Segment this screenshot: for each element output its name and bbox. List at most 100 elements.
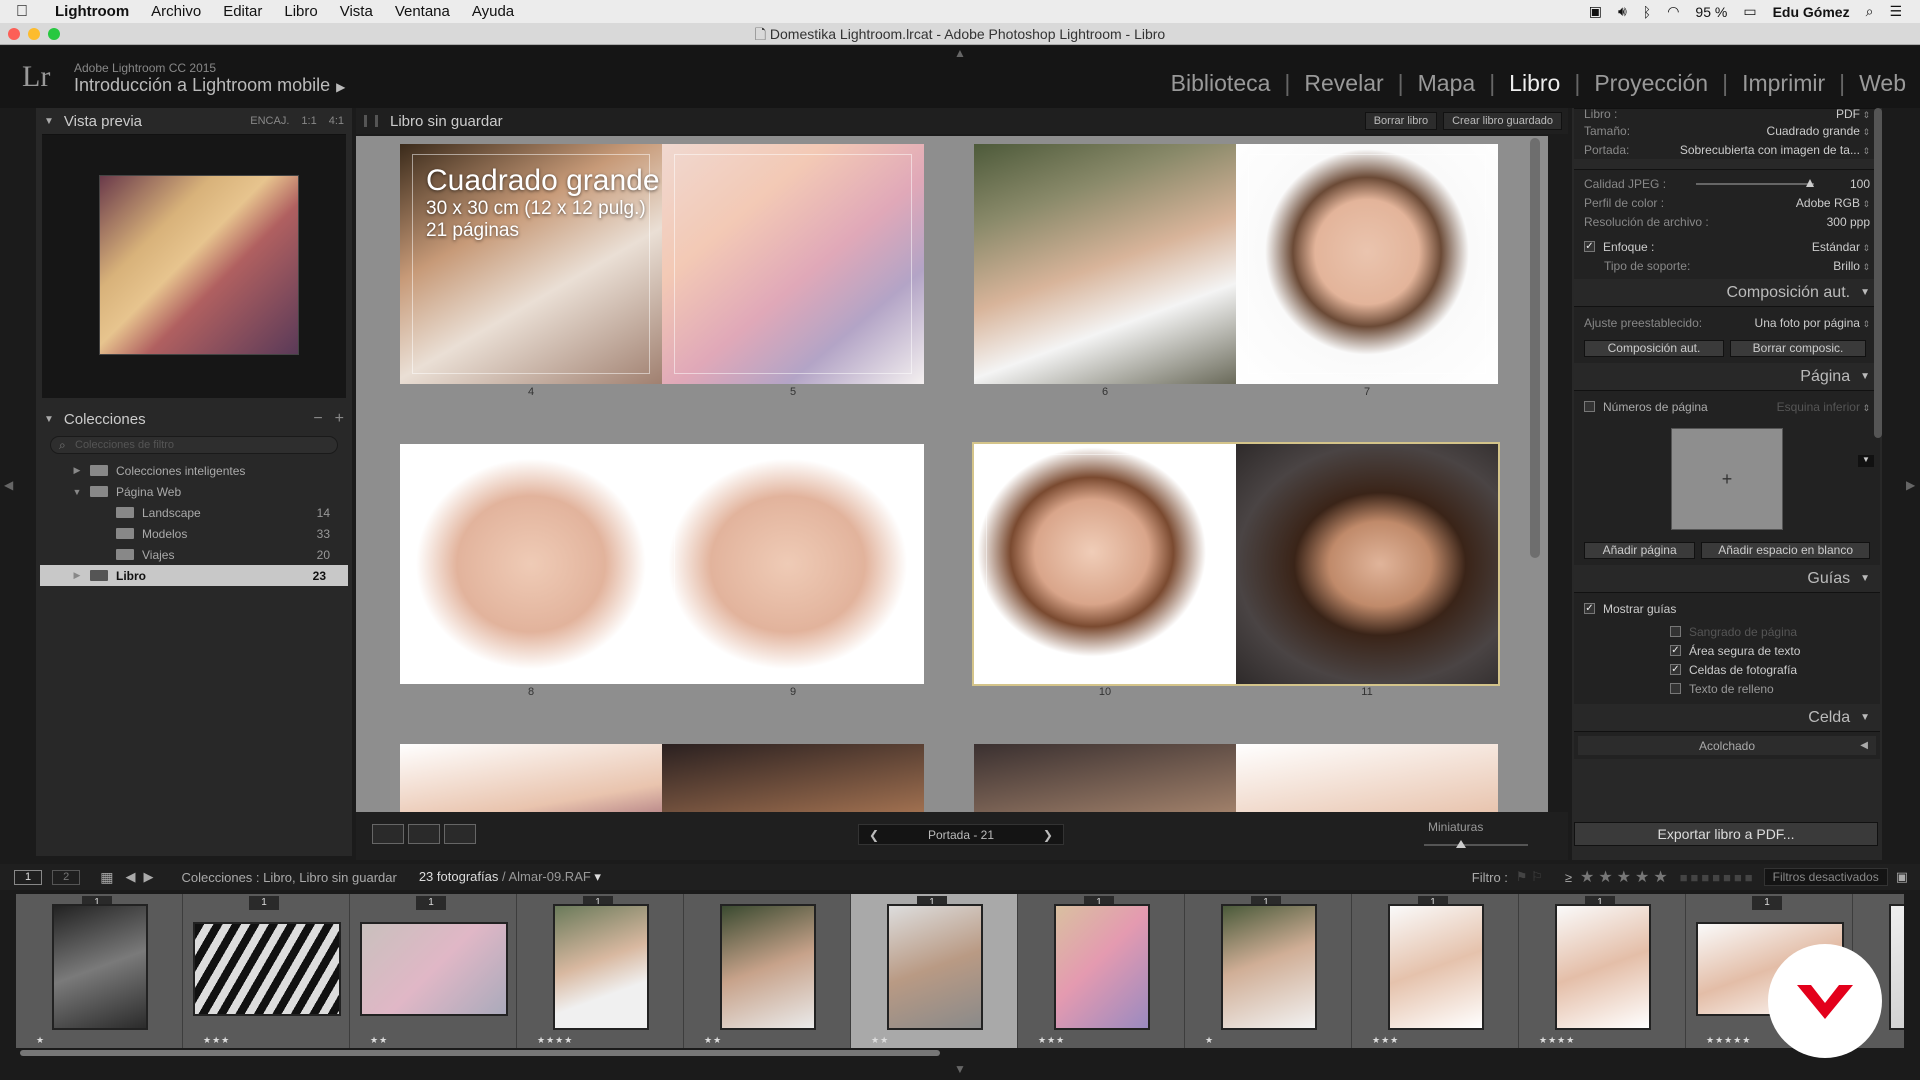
- filter-preset-select[interactable]: Filtros desactivados: [1763, 868, 1888, 886]
- file-resolution-value[interactable]: 300 ppp: [1827, 215, 1870, 229]
- collapse-triangle-icon[interactable]: ▼: [1860, 371, 1870, 382]
- book-page-8[interactable]: [400, 444, 662, 684]
- collapse-triangle-icon[interactable]: ▼: [44, 414, 54, 425]
- collapse-triangle-icon[interactable]: ▼: [1860, 287, 1870, 298]
- primary-window-button[interactable]: 1: [14, 869, 43, 885]
- filmstrip-cell[interactable]: 1 ★: [1185, 894, 1352, 1048]
- bottom-panel-toggle-icon[interactable]: ▼: [954, 1062, 966, 1076]
- multi-page-view-button[interactable]: [372, 824, 404, 844]
- bluetooth-icon[interactable]: ᛒ: [1643, 4, 1651, 20]
- apple-icon[interactable]: : [0, 3, 44, 21]
- book-page-7[interactable]: [1236, 144, 1498, 384]
- menu-ventana[interactable]: Ventana: [384, 3, 461, 20]
- color-profile-select[interactable]: Adobe RGB: [1796, 196, 1870, 210]
- clear-layout-button[interactable]: Borrar composic.: [1730, 340, 1866, 357]
- filmstrip-cell[interactable]: 1 ★★★: [1352, 894, 1519, 1048]
- menu-app[interactable]: Lightroom: [44, 3, 140, 20]
- padding-row[interactable]: Acolchado ◀: [1578, 736, 1876, 755]
- filmstrip-cell[interactable]: ★★: [684, 894, 851, 1048]
- expand-triangle-icon[interactable]: ▶: [70, 465, 84, 476]
- preview-panel-header[interactable]: ▼ Vista previa ENCAJ. 1:1 4:1: [36, 108, 352, 134]
- text-safe-guide-row[interactable]: ✓ Área segura de texto: [1574, 641, 1880, 660]
- book-page-9[interactable]: [662, 444, 924, 684]
- padding-collapse-icon[interactable]: ◀: [1860, 740, 1868, 751]
- photo-cells-checkbox[interactable]: ✓: [1670, 664, 1681, 675]
- rating-filter-stars[interactable]: ★★★★★: [1580, 867, 1672, 887]
- book-spread-14-15[interactable]: [974, 744, 1498, 812]
- filmstrip-thumbnail[interactable]: [360, 922, 508, 1016]
- book-cover-select[interactable]: Sobrecubierta con imagen de ta...: [1680, 143, 1870, 157]
- collection-modelos[interactable]: Modelos 33: [36, 523, 352, 544]
- collapse-triangle-icon[interactable]: ▼: [1860, 573, 1870, 584]
- module-mapa[interactable]: Mapa: [1404, 70, 1490, 97]
- wifi-icon[interactable]: ◠: [1667, 3, 1679, 20]
- filmstrip-cell[interactable]: 1 ★★★★: [517, 894, 684, 1048]
- show-guides-checkbox[interactable]: ✓: [1584, 603, 1595, 614]
- zoom-1-1[interactable]: 1:1: [301, 115, 316, 127]
- autolayout-preset-row[interactable]: Ajuste preestablecido: Una foto por pági…: [1574, 313, 1880, 332]
- next-page-icon[interactable]: ❯: [1043, 828, 1053, 842]
- filmstrip-cell[interactable]: 1 ★★: [851, 894, 1018, 1048]
- book-spread-6-7[interactable]: [974, 144, 1498, 384]
- filmstrip-thumbnail[interactable]: [1388, 904, 1484, 1030]
- filmstrip-cell[interactable]: 1 ★★: [350, 894, 517, 1048]
- module-imprimir[interactable]: Imprimir: [1728, 70, 1839, 97]
- forward-arrow-icon[interactable]: ▶: [143, 869, 153, 885]
- add-blank-page-button[interactable]: Añadir espacio en blanco: [1701, 542, 1870, 559]
- user-name[interactable]: Edu Gómez: [1773, 4, 1850, 20]
- collection-landscape[interactable]: Landscape 14: [36, 502, 352, 523]
- filmstrip-scrollbar[interactable]: [20, 1050, 940, 1056]
- add-page-button[interactable]: Añadir página: [1584, 542, 1696, 559]
- right-panel-scrollbar[interactable]: [1874, 108, 1882, 438]
- filmstrip-cell[interactable]: 1 ★★★: [1018, 894, 1185, 1048]
- book-page-15[interactable]: [1236, 744, 1498, 812]
- book-type-select[interactable]: PDF: [1836, 109, 1870, 121]
- filmstrip-cell[interactable]: 1 ★★★★: [1519, 894, 1686, 1048]
- spread-view-button[interactable]: [408, 824, 440, 844]
- single-page-view-button[interactable]: [444, 824, 476, 844]
- jpeg-quality-value[interactable]: 100: [1850, 177, 1870, 191]
- minimize-window-button[interactable]: [28, 28, 40, 40]
- page-template-thumbnail[interactable]: +: [1671, 428, 1783, 530]
- autolayout-preset-select[interactable]: Una foto por página: [1755, 316, 1870, 330]
- photo-count[interactable]: 23 fotografías / Almar-09.RAF ▾: [419, 869, 601, 885]
- jpeg-quality-slider[interactable]: [1696, 178, 1815, 187]
- cell-section-header[interactable]: Celda ▼: [1572, 704, 1882, 731]
- guides-section-header[interactable]: Guías ▼: [1572, 565, 1882, 592]
- bleed-guide-row[interactable]: Sangrado de página: [1574, 622, 1880, 641]
- module-libro[interactable]: Libro: [1495, 70, 1574, 97]
- page-numbers-position-select[interactable]: Esquina inferior: [1777, 400, 1870, 414]
- menu-archivo[interactable]: Archivo: [140, 3, 212, 20]
- filmstrip-thumbnail[interactable]: [1555, 904, 1651, 1030]
- close-window-button[interactable]: [8, 28, 20, 40]
- collapse-triangle-icon[interactable]: ▼: [44, 116, 54, 127]
- book-page-10[interactable]: [974, 444, 1236, 684]
- thumbnail-size-slider[interactable]: [1424, 840, 1528, 848]
- module-web[interactable]: Web: [1845, 70, 1920, 97]
- book-spread-12-13[interactable]: [400, 744, 924, 812]
- menu-ayuda[interactable]: Ayuda: [461, 3, 525, 20]
- back-arrow-icon[interactable]: ◀: [125, 869, 135, 885]
- book-page-11[interactable]: [1236, 444, 1498, 684]
- filmstrip-thumbnail[interactable]: [720, 904, 816, 1030]
- grid-view-icon[interactable]: [364, 115, 378, 127]
- collection-set-pagina-web[interactable]: ▼ Página Web: [36, 481, 352, 502]
- zoom-window-button[interactable]: [48, 28, 60, 40]
- book-cover-row[interactable]: Portada: Sobrecubierta con imagen de ta.…: [1574, 140, 1880, 159]
- filler-text-checkbox[interactable]: [1670, 683, 1681, 694]
- book-page-12[interactable]: [400, 744, 662, 812]
- filmstrip-thumbnail[interactable]: [193, 922, 341, 1016]
- photo-cells-guide-row[interactable]: ✓ Celdas de fotografía: [1574, 660, 1880, 679]
- previous-page-icon[interactable]: ❮: [869, 828, 879, 842]
- book-page-13[interactable]: [662, 744, 924, 812]
- book-type-row[interactable]: Libro : PDF: [1574, 109, 1880, 121]
- book-spread-8-9[interactable]: [400, 444, 924, 684]
- slider-knob[interactable]: [1806, 178, 1815, 187]
- book-page-6[interactable]: [974, 144, 1236, 384]
- book-page-14[interactable]: [974, 744, 1236, 812]
- filmstrip-thumbnail[interactable]: [887, 904, 983, 1030]
- zoom-4-1[interactable]: 4:1: [329, 115, 344, 127]
- filmstrip-thumbnail[interactable]: [1221, 904, 1317, 1030]
- top-panel-toggle-icon[interactable]: ▲: [954, 46, 966, 60]
- battery-icon[interactable]: ▭: [1743, 3, 1756, 20]
